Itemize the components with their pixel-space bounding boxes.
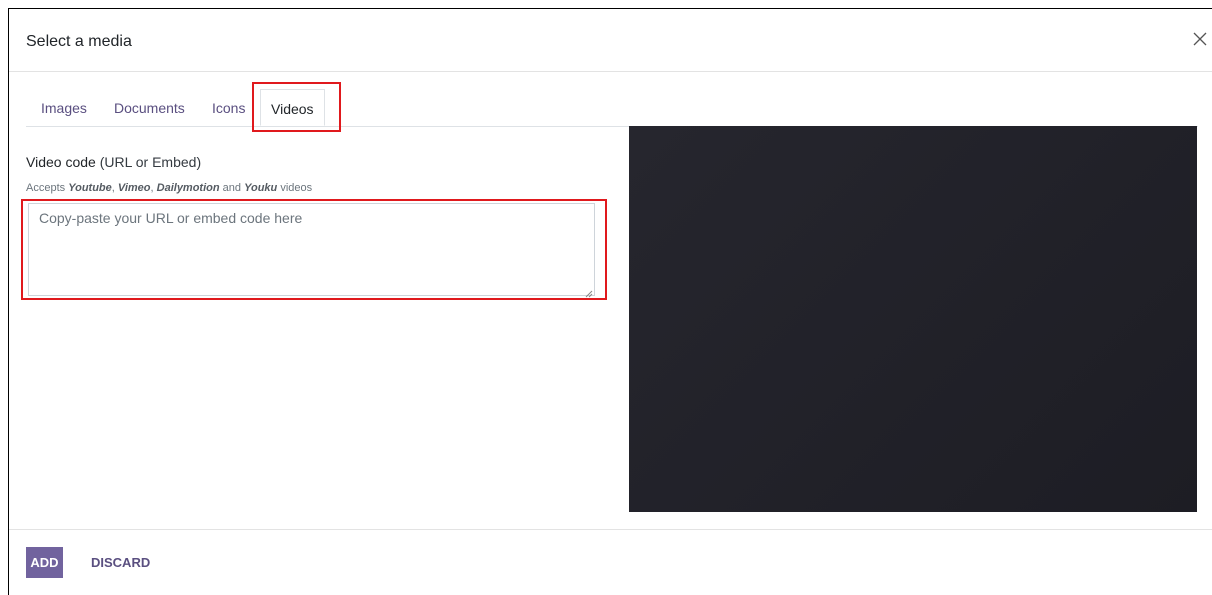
source-dailymotion: Dailymotion <box>156 182 220 194</box>
video-code-label-sub: (URL or Embed) <box>99 154 202 170</box>
help-suffix: videos <box>277 182 313 194</box>
tab-videos[interactable]: Videos <box>260 89 325 126</box>
close-icon[interactable] <box>1192 31 1212 51</box>
media-tabs: Images Documents Icons Videos <box>26 89 1198 127</box>
video-preview <box>629 126 1197 512</box>
footer-divider <box>9 529 1212 530</box>
video-code-input[interactable] <box>28 203 595 296</box>
discard-button[interactable]: DISCARD <box>87 547 154 578</box>
resize-grip-icon[interactable] <box>585 285 593 298</box>
video-code-label: Video code (URL or Embed) <box>26 154 201 170</box>
source-vimeo: Vimeo <box>117 182 151 194</box>
help-prefix: Accepts <box>26 182 69 194</box>
accepted-sources-help: Accepts Youtube, Vimeo, Dailymotion and … <box>26 182 312 194</box>
add-button[interactable]: ADD <box>26 547 63 578</box>
tab-images[interactable]: Images <box>41 89 87 125</box>
tab-icons[interactable]: Icons <box>212 89 245 125</box>
dialog-title: Select a media <box>26 33 132 50</box>
tab-documents[interactable]: Documents <box>114 89 185 125</box>
source-youku: Youku <box>244 182 278 194</box>
video-code-label-main: Video code <box>26 154 96 170</box>
source-youtube: Youtube <box>68 182 112 194</box>
help-and: and <box>219 182 245 194</box>
dialog-header: Select a media <box>9 9 1212 72</box>
media-dialog: Select a media Images Documents Icons Vi… <box>8 8 1212 595</box>
